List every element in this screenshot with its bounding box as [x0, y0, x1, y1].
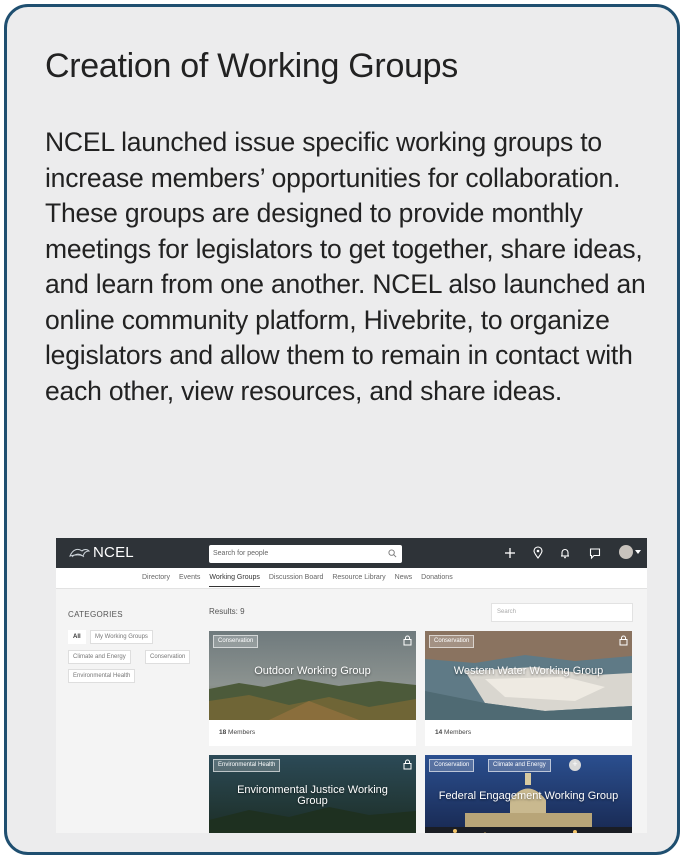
bell-icon[interactable]: [558, 546, 572, 560]
nav-item[interactable]: News: [395, 574, 413, 587]
more-tags-icon[interactable]: +: [569, 759, 581, 771]
avatar[interactable]: [619, 545, 633, 559]
ncel-logo[interactable]: NCEL: [68, 544, 134, 561]
main-nav: Directory Events Working Groups Discussion …: [56, 568, 647, 589]
chevron-down-icon[interactable]: [635, 550, 641, 554]
people-search-input[interactable]: Search for people: [209, 545, 402, 563]
nav-item[interactable]: Resource Library: [332, 574, 385, 587]
category-climate-and-energy[interactable]: Climate and Energy: [68, 650, 131, 664]
group-card-federal-engagement[interactable]: Conservation Climate and Energy + Federa…: [425, 755, 632, 833]
top-bar: NCEL Search for people: [56, 538, 647, 568]
location-pin-icon[interactable]: [531, 546, 545, 560]
lock-icon: [619, 635, 628, 646]
card-body: NCEL launched issue specific working gro…: [45, 127, 646, 406]
results-count: Results: 9: [209, 607, 245, 616]
categories-title: CATEGORIES: [68, 610, 123, 619]
logo-mark-icon: [69, 548, 90, 557]
chat-icon[interactable]: [588, 546, 602, 560]
group-name[interactable]: Environmental Justice Working Group: [209, 785, 416, 807]
card-title: Creation of Working Groups: [45, 47, 458, 85]
category-environmental-health[interactable]: Environmental Health: [68, 669, 136, 683]
group-tag: Environmental Health: [213, 759, 281, 772]
group-tag: Conservation: [429, 759, 475, 772]
group-name[interactable]: Federal Engagement Working Group: [425, 791, 632, 802]
nav-item[interactable]: Donations: [421, 574, 453, 587]
search-placeholder: Search for people: [213, 550, 269, 557]
nav-item[interactable]: Directory: [142, 574, 170, 587]
nav-item[interactable]: Working Groups: [209, 574, 260, 587]
category-conservation[interactable]: Conservation: [145, 650, 191, 664]
group-tag: Conservation: [213, 635, 259, 648]
lock-icon: [403, 759, 412, 770]
group-name[interactable]: Outdoor Working Group: [209, 666, 416, 677]
group-card-western-water[interactable]: Conservation Western Water Working Group…: [425, 631, 632, 746]
plus-icon[interactable]: [503, 546, 517, 560]
group-search-input[interactable]: Search: [491, 603, 633, 622]
info-card: Creation of Working Groups NCEL launched…: [4, 4, 680, 855]
member-count: 14 Members: [435, 729, 472, 736]
group-card-environmental-justice[interactable]: Environmental Health Environmental Justi…: [209, 755, 416, 833]
member-count: 18 Members: [219, 729, 256, 736]
nav-item[interactable]: Events: [179, 574, 200, 587]
group-name[interactable]: Western Water Working Group: [425, 666, 632, 677]
logo-text: NCEL: [93, 544, 134, 561]
group-tag: Climate and Energy: [488, 759, 551, 772]
category-all[interactable]: All: [68, 630, 86, 644]
search-icon[interactable]: [388, 549, 397, 558]
group-tag: Conservation: [429, 635, 475, 648]
group-card-outdoor[interactable]: Conservation Outdoor Working Group 18 Me…: [209, 631, 416, 746]
category-my-working-groups[interactable]: My Working Groups: [90, 630, 153, 644]
nav-item[interactable]: Discussion Board: [269, 574, 323, 587]
hivebrite-screenshot: NCEL Search for people Directory Events Wo…: [56, 538, 647, 833]
lock-icon: [403, 635, 412, 646]
